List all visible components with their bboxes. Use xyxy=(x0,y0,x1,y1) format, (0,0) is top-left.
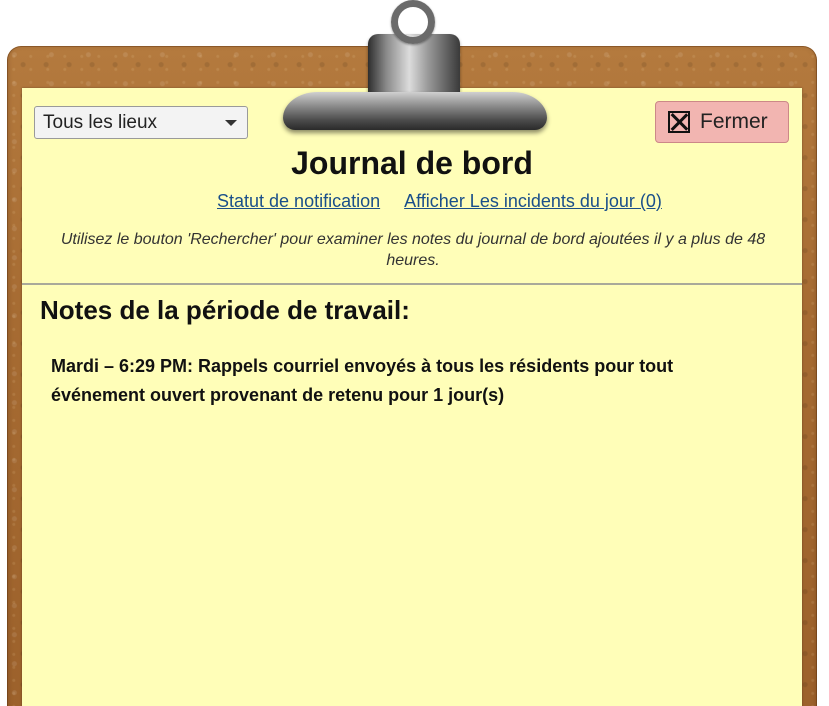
notification-status-link[interactable]: Statut de notification xyxy=(217,191,380,211)
search-hint: Utilisez le bouton 'Rechercher' pour exa… xyxy=(60,231,766,269)
header-links: Statut de notification Afficher Les incid… xyxy=(217,191,662,212)
page-title: Journal de bord xyxy=(291,145,533,181)
clip-ring-icon xyxy=(391,0,435,44)
location-select-value: Tous les lieux xyxy=(43,112,158,133)
chevron-down-icon xyxy=(225,120,237,126)
section-title: Notes de la période de travail: xyxy=(40,295,410,325)
close-button[interactable]: Fermer xyxy=(655,101,789,143)
clip-base xyxy=(283,92,547,130)
clipboard-window: Tous les lieux Fermer Journal de bord St… xyxy=(0,0,829,706)
close-button-label: Fermer xyxy=(700,110,768,133)
close-icon xyxy=(668,111,690,133)
divider xyxy=(22,283,802,285)
log-entry: Mardi – 6:29 PM: Rappels courriel envoyé… xyxy=(51,356,674,405)
today-incidents-link[interactable]: Afficher Les incidents du jour (0) xyxy=(404,191,662,211)
location-select[interactable]: Tous les lieux xyxy=(34,106,248,139)
